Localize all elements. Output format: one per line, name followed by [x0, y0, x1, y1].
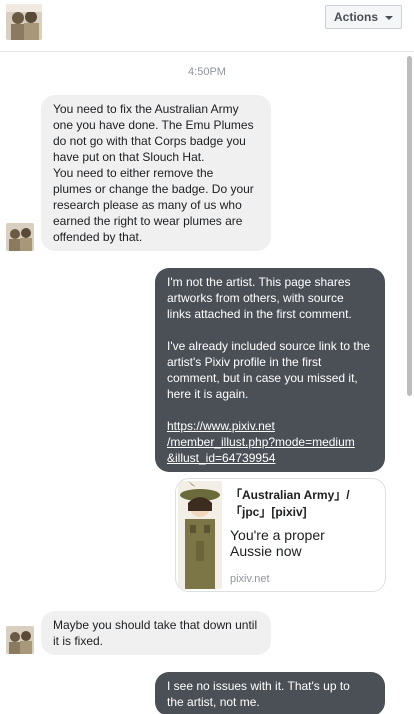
message-text: I'm not the artist. This page shares art… — [167, 275, 352, 321]
sender-avatar[interactable] — [6, 626, 34, 654]
message-text: Maybe you should take that down until it… — [53, 618, 258, 648]
message-text: You need to fix the Australian Army one … — [53, 102, 254, 164]
outgoing-message[interactable]: I'm not the artist. This page shares art… — [155, 268, 385, 472]
message-text: You need to either remove the plumes or … — [53, 166, 254, 244]
link-description: You're a proper Aussie now — [230, 527, 325, 559]
contact-avatar[interactable] — [6, 4, 42, 40]
chevron-down-icon — [385, 15, 393, 20]
sender-avatar[interactable] — [6, 223, 34, 251]
conversation-header: Actions — [0, 0, 414, 52]
message-text: I see no issues with it. That's up to th… — [167, 679, 350, 709]
incoming-message[interactable]: Maybe you should take that down until it… — [41, 611, 271, 655]
message-text: I've already included source link to the… — [167, 339, 371, 401]
outgoing-message[interactable]: I see no issues with it. That's up to th… — [155, 672, 385, 714]
source-link[interactable]: https://www.pixiv.net /member_illust.php… — [167, 419, 355, 465]
link-domain: pixiv.net — [230, 573, 270, 585]
link-preview-card[interactable]: 「Australian Army」/ 「jpc」[pixiv] You're a… — [175, 478, 386, 592]
incoming-message[interactable]: You need to fix the Australian Army one … — [41, 95, 271, 251]
scrollbar-thumb[interactable] — [407, 56, 412, 396]
message-timestamp: 4:50PM — [188, 66, 226, 78]
link-thumbnail — [178, 481, 222, 589]
actions-button[interactable]: Actions — [324, 5, 402, 29]
actions-label: Actions — [333, 10, 378, 24]
link-title: 「Australian Army」/ 「jpc」[pixiv] — [230, 488, 350, 519]
